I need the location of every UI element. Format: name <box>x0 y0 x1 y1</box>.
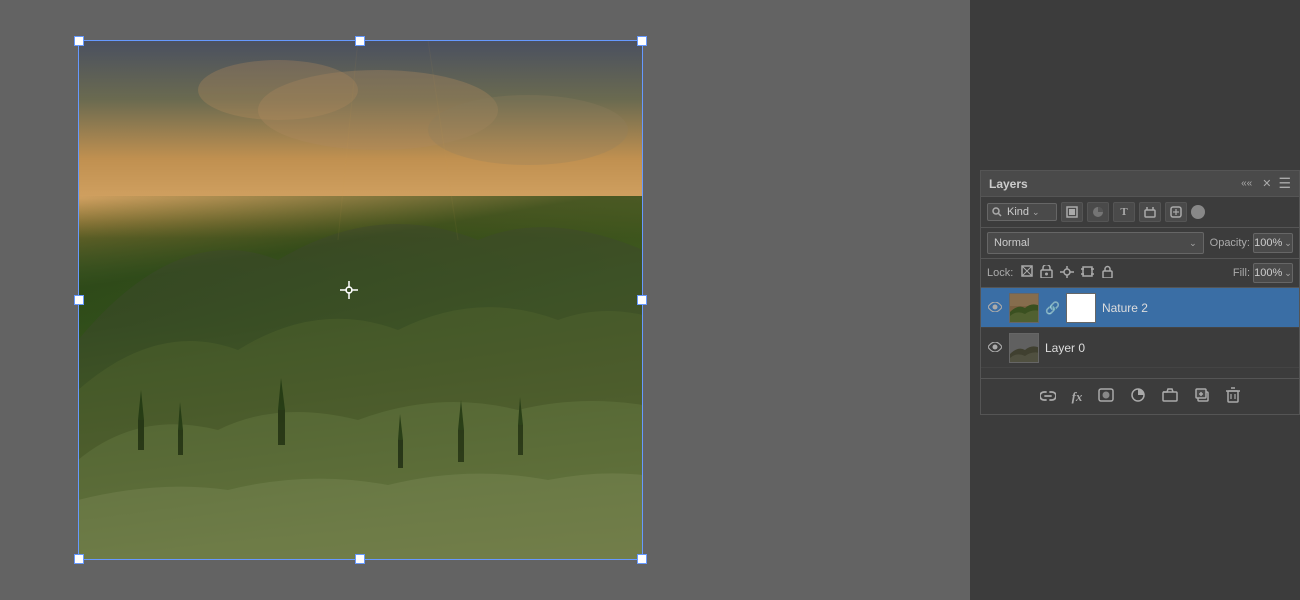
panel-header: Layers «« ✕ ☰ <box>981 171 1299 197</box>
lock-transparent-button[interactable] <box>1019 264 1035 282</box>
layer-visibility-layer0[interactable] <box>987 340 1003 355</box>
panel-bottom-bar: fx <box>981 378 1299 414</box>
blend-mode-row: Normal ⌄ Opacity: 100% ⌄ <box>981 228 1299 259</box>
panel-title: Layers <box>989 177 1028 191</box>
layer-row-nature2[interactable]: 🔗 Nature 2 <box>981 288 1299 328</box>
lock-icons-group <box>1019 264 1227 282</box>
opacity-value: 100% <box>1254 237 1282 249</box>
layer-chain-nature2[interactable]: 🔗 <box>1045 301 1060 315</box>
panel-collapse-button[interactable]: «« <box>1238 177 1255 190</box>
filter-adjustment-icon[interactable] <box>1087 202 1109 222</box>
layer-mask-nature2 <box>1066 293 1096 323</box>
canvas-area <box>0 0 720 600</box>
layers-panel: Layers «« ✕ ☰ Kind ⌄ <box>980 170 1300 415</box>
filter-color-dot[interactable] <box>1191 205 1205 219</box>
link-layers-button[interactable] <box>1036 386 1060 407</box>
layer-name-nature2: Nature 2 <box>1102 301 1293 315</box>
opacity-chevron: ⌄ <box>1284 238 1292 249</box>
fill-label: Fill: <box>1233 267 1250 279</box>
filter-kind-label: Kind <box>1007 206 1029 218</box>
filter-row: Kind ⌄ T <box>981 197 1299 228</box>
new-group-button[interactable] <box>1158 386 1182 407</box>
top-filler <box>970 0 1300 170</box>
panels-area: Layers «« ✕ ☰ Kind ⌄ <box>970 0 1300 600</box>
blend-mode-dropdown[interactable]: Normal ⌄ <box>987 232 1204 254</box>
opacity-input[interactable]: 100% ⌄ <box>1253 233 1293 253</box>
panel-spacer <box>981 368 1299 378</box>
layer-effects-button[interactable]: fx <box>1068 387 1087 407</box>
layer-thumb-nature2 <box>1009 293 1039 323</box>
filter-pixel-icon[interactable] <box>1061 202 1083 222</box>
panel-close-button[interactable]: ✕ <box>1259 176 1274 191</box>
layer-thumb-layer0 <box>1009 333 1039 363</box>
blend-mode-chevron: ⌄ <box>1189 238 1197 249</box>
lock-position-button[interactable] <box>1058 265 1076 282</box>
new-layer-button[interactable] <box>1190 386 1214 407</box>
fill-chevron: ⌄ <box>1284 268 1292 279</box>
filter-text-icon[interactable]: T <box>1113 202 1135 222</box>
fill-value: 100% <box>1254 267 1282 279</box>
panel-header-icons: «« ✕ ☰ <box>1238 175 1291 192</box>
layers-list: 🔗 Nature 2 <box>981 288 1299 368</box>
lock-label: Lock: <box>987 267 1013 279</box>
new-adjustment-button[interactable] <box>1126 386 1150 407</box>
fill-group: Fill: 100% ⌄ <box>1233 263 1293 283</box>
fill-input[interactable]: 100% ⌄ <box>1253 263 1293 283</box>
delete-layer-button[interactable] <box>1222 385 1244 408</box>
lock-all-button[interactable] <box>1099 264 1116 282</box>
landscape-background <box>78 40 643 560</box>
opacity-group: Opacity: 100% ⌄ <box>1210 233 1293 253</box>
lock-image-button[interactable] <box>1038 264 1055 282</box>
layer-visibility-nature2[interactable] <box>987 300 1003 315</box>
canvas-image <box>78 40 643 560</box>
blend-mode-value: Normal <box>994 237 1029 249</box>
opacity-label: Opacity: <box>1210 237 1250 249</box>
filter-kind-dropdown[interactable]: Kind ⌄ <box>987 203 1057 221</box>
lock-artboard-button[interactable] <box>1079 264 1096 282</box>
layer-row-layer0[interactable]: Layer 0 <box>981 328 1299 368</box>
layer-name-layer0: Layer 0 <box>1045 341 1293 355</box>
lock-row: Lock: <box>981 259 1299 288</box>
crosshair-cursor <box>340 281 358 299</box>
filter-smart-icon[interactable] <box>1165 202 1187 222</box>
filter-shape-icon[interactable] <box>1139 202 1161 222</box>
panel-menu-button[interactable]: ☰ <box>1278 175 1291 192</box>
add-mask-button[interactable] <box>1094 386 1118 407</box>
filter-kind-chevron: ⌄ <box>1032 207 1040 218</box>
image-container <box>78 40 643 560</box>
